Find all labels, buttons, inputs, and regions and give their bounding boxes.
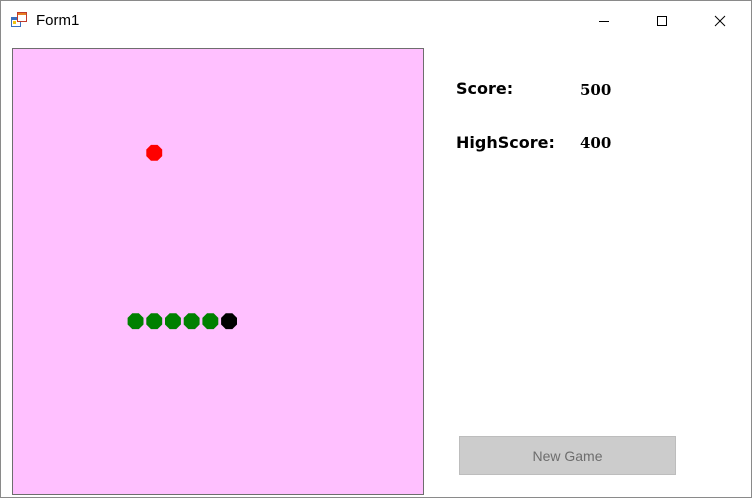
snake-body-segment — [127, 313, 144, 330]
game-board[interactable] — [12, 48, 424, 495]
maximize-icon — [657, 16, 667, 26]
score-value: 500 — [580, 81, 612, 99]
food-dot — [146, 144, 163, 161]
score-label: Score: — [456, 79, 514, 98]
highscore-label: HighScore: — [456, 133, 555, 152]
game-canvas — [127, 144, 237, 330]
snake-head — [221, 313, 237, 330]
snake-body-segment — [183, 313, 200, 330]
snake-body-segment — [146, 313, 163, 330]
minimize-icon — [599, 21, 609, 22]
winforms-app-icon — [11, 12, 27, 28]
new-game-button[interactable]: New Game — [459, 436, 676, 475]
title-bar[interactable]: Form1 — [1, 1, 751, 41]
close-icon — [714, 15, 726, 27]
highscore-value: 400 — [580, 134, 612, 152]
snake-body-segment — [165, 313, 181, 330]
window-title: Form1 — [36, 12, 80, 29]
close-button[interactable] — [691, 1, 749, 41]
maximize-button[interactable] — [633, 1, 691, 41]
minimize-button[interactable] — [575, 1, 633, 41]
snake-body-segment — [202, 313, 219, 330]
app-window: Form1 Score: 500 HighScore: 400 New Game — [0, 0, 752, 498]
